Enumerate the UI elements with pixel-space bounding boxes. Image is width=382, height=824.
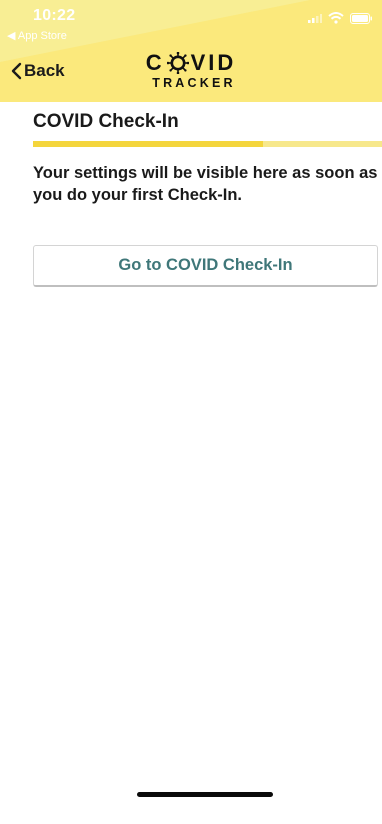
battery-icon bbox=[350, 12, 372, 24]
virus-icon bbox=[166, 52, 189, 74]
progress-bar-filled bbox=[33, 141, 264, 147]
logo-subtitle: TRACKER bbox=[152, 76, 236, 90]
home-indicator[interactable] bbox=[137, 792, 273, 797]
page-title: COVID Check-In bbox=[33, 111, 179, 132]
logo-wordmark: C VID bbox=[146, 52, 237, 74]
header-bar: 10:22 ◀ App Store Back C VID TRACKER bbox=[0, 0, 382, 102]
status-time: 10:22 bbox=[33, 7, 76, 24]
signal-icon bbox=[308, 14, 322, 23]
empty-state-message: Your settings will be visible here as so… bbox=[33, 164, 378, 204]
logo-letter-c: C bbox=[145, 50, 165, 75]
wifi-icon bbox=[328, 12, 344, 24]
status-icons bbox=[308, 12, 372, 24]
go-to-checkin-label: Go to COVID Check-In bbox=[118, 256, 293, 274]
progress-bar-remaining bbox=[263, 141, 382, 147]
progress-bar bbox=[33, 141, 382, 147]
app-logo: C VID TRACKER bbox=[0, 52, 382, 91]
go-to-checkin-button[interactable]: Go to COVID Check-In bbox=[33, 245, 378, 287]
status-back-to-app[interactable]: ◀ App Store bbox=[7, 29, 67, 42]
screen: 10:22 ◀ App Store Back C VID TRACKER COV… bbox=[0, 0, 382, 824]
logo-letters-vid: VID bbox=[190, 50, 237, 75]
